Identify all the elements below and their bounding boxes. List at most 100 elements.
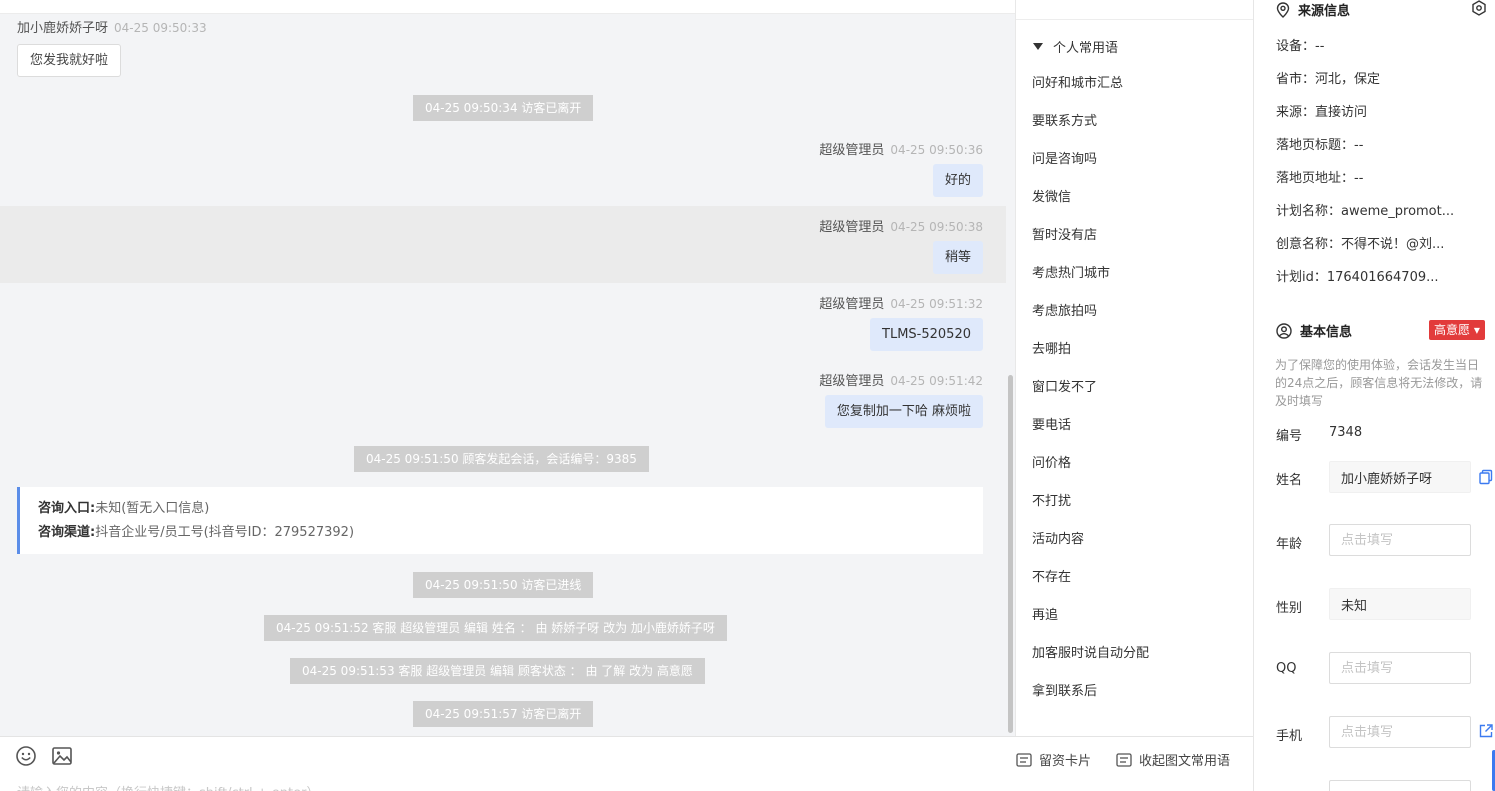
phone-label: 手机 (1276, 729, 1303, 744)
phrase-item[interactable]: 问是咨询吗 (1032, 150, 1097, 170)
source-plan-id: 计划id：176401664709... (1276, 270, 1439, 285)
phrase-item[interactable]: 不存在 (1032, 568, 1071, 588)
consult-channel-value: 抖音企业号/员工号(抖音号ID：279527392) (95, 525, 355, 540)
intent-status-label: 高意愿 (1434, 323, 1471, 337)
basic-info-title: 基本信息 (1300, 325, 1353, 340)
phrase-item[interactable]: 加客服时说自动分配 (1032, 644, 1149, 664)
consult-entry-row: 咨询入口:未知(暂无入口信息) (38, 497, 965, 521)
phrase-item[interactable]: 不打扰 (1032, 492, 1071, 512)
edit-deadline-note: 为了保障您的使用体验，会话发生当日的24点之后，顾客信息将无法修改，请及时填写 (1275, 358, 1483, 408)
phrase-item[interactable]: 问好和城市汇总 (1032, 74, 1123, 94)
message-sender: 超级管理员 04-25 09:50:36 (819, 139, 983, 158)
phrase-item[interactable]: 要联系方式 (1032, 112, 1097, 132)
message-time: 04-25 09:51:42 (890, 374, 983, 388)
collapse-phrases-label: 收起图文常用语 (1139, 754, 1231, 769)
consult-entry-label: 咨询入口: (38, 501, 96, 516)
sender-name: 超级管理员 (819, 297, 885, 312)
source-plan-name: 计划名称：aweme_promot... (1276, 204, 1455, 219)
age-label: 年龄 (1276, 537, 1303, 552)
phrase-item[interactable]: 问价格 (1032, 454, 1071, 474)
message-time: 04-25 09:50:36 (890, 143, 983, 157)
chat-scrollbar-thumb[interactable] (1008, 375, 1013, 733)
copy-icon[interactable] (1478, 469, 1494, 485)
phrase-group-title: 个人常用语 (1053, 41, 1119, 56)
age-field[interactable] (1329, 524, 1471, 556)
sender-name: 超级管理员 (819, 143, 885, 158)
user-circle-icon (1276, 322, 1292, 339)
card-icon (1016, 752, 1032, 767)
source-device: 设备：-- (1276, 39, 1325, 54)
message-bubble-outgoing: TLMS-520520 (870, 318, 983, 351)
message-sender: 加小鹿娇娇子呀 04-25 09:50:33 (17, 17, 207, 36)
message-time: 04-25 09:50:38 (890, 220, 983, 234)
source-info-title: 来源信息 (1298, 4, 1351, 19)
id-value: 7348 (1329, 425, 1363, 440)
customer-info-panel: 来源信息 设备：-- 省市：河北，保定 来源：直接访问 落地页标题：-- 落地页… (1253, 0, 1495, 791)
sender-name: 加小鹿娇娇子呀 (17, 21, 109, 36)
message-input[interactable]: 请输入您的内容（换行快捷键：shift/ctrl + enter） (17, 782, 320, 791)
system-notice: 04-25 09:51:53 客服 超级管理员 编辑 顾客状态 ： 由 了解 改… (290, 658, 705, 684)
phrase-item[interactable]: 要电话 (1032, 416, 1071, 436)
image-icon[interactable] (51, 745, 73, 767)
consult-info-card: 咨询入口:未知(暂无入口信息) 咨询渠道:抖音企业号/员工号(抖音号ID：279… (17, 487, 983, 554)
intent-status-dropdown[interactable]: 高意愿 ▾ (1429, 320, 1485, 340)
consult-entry-value: 未知(暂无入口信息) (95, 501, 210, 516)
panel-divider (1016, 19, 1254, 20)
caret-down-icon (1033, 42, 1043, 50)
system-notice: 04-25 09:51:50 顾客发起会话，会话编号：9385 (354, 446, 649, 472)
phrase-item[interactable]: 发微信 (1032, 188, 1071, 208)
phrase-item[interactable]: 窗口发不了 (1032, 378, 1097, 398)
phrase-group-header[interactable]: 个人常用语 (1033, 37, 1118, 56)
sender-name: 超级管理员 (819, 374, 885, 389)
system-notice: 04-25 09:51:52 客服 超级管理员 编辑 姓名 ： 由 娇娇子呀 改… (264, 615, 727, 641)
collapse-phrases-button[interactable]: 收起图文常用语 (1116, 750, 1230, 769)
phrase-item[interactable]: 考虑热门城市 (1032, 264, 1110, 284)
system-notice: 04-25 09:50:34 访客已离开 (413, 95, 594, 121)
gender-field[interactable] (1329, 588, 1471, 620)
source-landing-title: 落地页标题：-- (1276, 138, 1364, 153)
message-time: 04-25 09:51:32 (890, 297, 983, 311)
qq-field[interactable] (1329, 652, 1471, 684)
smile-icon[interactable] (15, 745, 37, 767)
message-bubble-outgoing: 您复制加一下哈 麻烦啦 (824, 395, 983, 428)
message-sender: 超级管理员 04-25 09:50:38 (819, 216, 983, 235)
name-field[interactable] (1329, 461, 1471, 493)
chat-top-bar (0, 0, 1015, 14)
name-label: 姓名 (1276, 473, 1303, 488)
source-origin: 来源：直接访问 (1276, 105, 1368, 120)
phrase-item[interactable]: 再追 (1032, 606, 1058, 626)
phone-field[interactable] (1329, 716, 1471, 748)
phrase-item[interactable]: 暂时没有店 (1032, 226, 1097, 246)
basic-info-header: 基本信息 (1276, 321, 1352, 340)
source-region: 省市：河北，保定 (1276, 72, 1381, 87)
chat-history: 加小鹿娇娇子呀 04-25 09:50:33 您发我就好啦 04-25 09:50… (0, 0, 1015, 736)
id-label: 编号 (1276, 429, 1303, 444)
message-bubble-incoming: 您发我就好啦 (17, 44, 122, 77)
system-notice: 04-25 09:51:50 访客已进线 (413, 572, 594, 598)
qq-label: QQ (1276, 661, 1297, 676)
common-phrases-panel: 个人常用语 问好和城市汇总 要联系方式 问是咨询吗 发微信 暂时没有店 考虑热门… (1015, 0, 1254, 736)
message-icon (1116, 752, 1132, 767)
message-bubble-outgoing: 好的 (932, 164, 983, 197)
consult-channel-row: 咨询渠道:抖音企业号/员工号(抖音号ID：279527392) (38, 521, 965, 545)
location-pin-icon (1276, 1, 1290, 18)
consult-channel-label: 咨询渠道: (38, 525, 96, 540)
source-info-header: 来源信息 (1276, 0, 1350, 19)
lead-card-label: 留资卡片 (1039, 754, 1092, 769)
phrase-item[interactable]: 拿到联系后 (1032, 682, 1097, 702)
phrase-item[interactable]: 去哪拍 (1032, 340, 1071, 360)
next-field[interactable] (1329, 780, 1471, 791)
source-creative-name: 创意名称：不得不说！@刘... (1276, 237, 1445, 252)
message-bubble-outgoing: 稍等 (932, 241, 983, 274)
system-notice: 04-25 09:51:57 访客已离开 (413, 701, 594, 727)
caret-down-icon: ▾ (1473, 323, 1480, 337)
settings-icon[interactable] (1471, 0, 1487, 16)
external-link-icon[interactable] (1478, 723, 1494, 739)
message-sender: 超级管理员 04-25 09:51:32 (819, 293, 983, 312)
message-sender: 超级管理员 04-25 09:51:42 (819, 370, 983, 389)
sender-name: 超级管理员 (819, 220, 885, 235)
gender-label: 性别 (1276, 601, 1303, 616)
lead-card-button[interactable]: 留资卡片 (1016, 750, 1091, 769)
phrase-item[interactable]: 活动内容 (1032, 530, 1084, 550)
phrase-item[interactable]: 考虑旅拍吗 (1032, 302, 1097, 322)
